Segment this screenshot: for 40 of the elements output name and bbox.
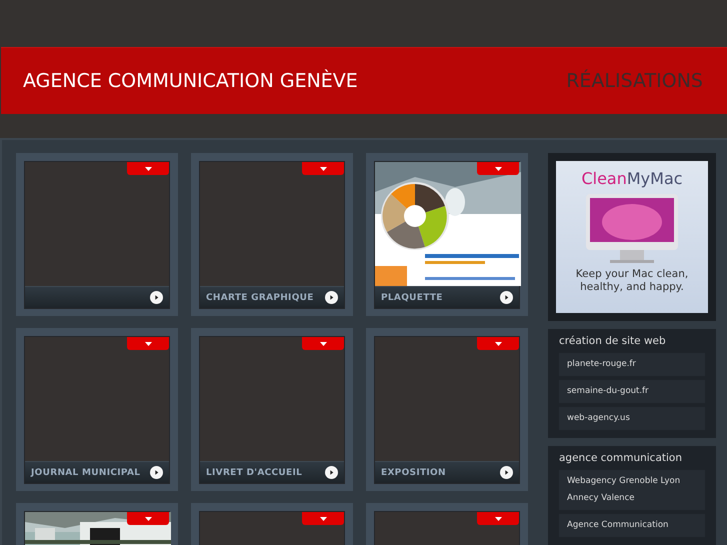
panel-title: création de site web [559, 335, 667, 347]
dropdown-tab[interactable] [302, 512, 344, 525]
sidebar-link[interactable]: Agence Communication [559, 514, 705, 537]
card-label: JOURNAL MUNICIPAL [31, 468, 140, 478]
play-icon[interactable] [325, 466, 338, 479]
dropdown-tab[interactable] [127, 162, 169, 175]
dropdown-tab[interactable] [477, 162, 519, 175]
sidebar-link[interactable]: web-agency.us [559, 407, 705, 430]
play-icon[interactable] [150, 466, 163, 479]
dropdown-tab[interactable] [127, 512, 169, 525]
panel-title: agence communication [559, 452, 683, 464]
play-icon[interactable] [325, 291, 338, 304]
caret-icon [144, 342, 152, 346]
sidebar-link[interactable]: Webagency Grenoble Lyon Annecy Valence [559, 470, 705, 510]
dropdown-tab[interactable] [477, 512, 519, 525]
site-title: AGENCE COMMUNICATION GENÈVE [23, 70, 358, 92]
dropdown-tab[interactable] [477, 337, 519, 350]
play-icon[interactable] [500, 291, 513, 304]
card-label: CHARTE GRAPHIQUE [206, 292, 314, 302]
ad-brand: CleanMyMac [581, 169, 683, 188]
card-label: LIVRET D'ACCUEIL [206, 468, 302, 478]
section-title: RÉALISATIONS [566, 70, 703, 92]
sidebar-link[interactable]: planete-rouge.fr [559, 353, 705, 376]
caret-icon [320, 166, 326, 170]
dropdown-tab[interactable] [302, 337, 344, 350]
sidebar-link[interactable]: semaine-du-gout.fr [559, 380, 705, 403]
caret-icon [144, 166, 152, 170]
caret-icon [494, 516, 502, 520]
dropdown-tab[interactable] [127, 337, 169, 350]
caret-icon [494, 342, 502, 346]
caret-icon [320, 516, 326, 520]
play-icon[interactable] [500, 466, 513, 479]
monitor-icon [584, 194, 680, 264]
caret-icon [320, 342, 326, 346]
play-icon[interactable] [150, 291, 163, 304]
ad-tagline: Keep your Mac clean, healthy, and happy. [574, 268, 690, 294]
card-label: EXPOSITION [381, 468, 446, 478]
ad-banner[interactable]: CleanMyMac Keep your Mac clean, healthy, and happy. [548, 153, 716, 321]
dropdown-tab[interactable] [302, 162, 344, 175]
card-label: PLAQUETTE [381, 292, 443, 302]
